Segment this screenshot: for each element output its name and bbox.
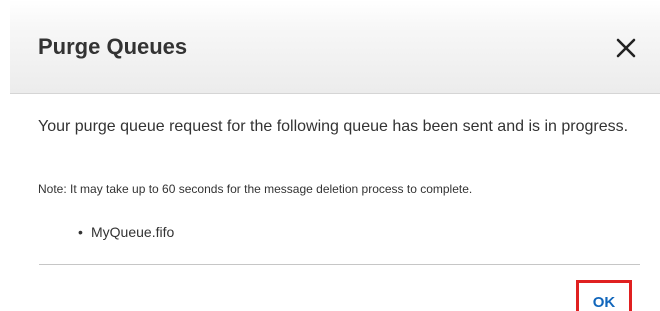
dialog-header: Purge Queues xyxy=(10,0,660,94)
footer-divider xyxy=(39,264,640,265)
list-item: • MyQueue.fifo xyxy=(38,223,174,241)
close-icon xyxy=(616,38,636,58)
close-button[interactable] xyxy=(614,36,638,60)
dialog-body: Your purge queue request for the followi… xyxy=(38,116,638,240)
queue-list: • MyQueue.fifo xyxy=(38,223,174,241)
ok-button[interactable]: OK xyxy=(576,280,632,311)
purge-queues-dialog: Purge Queues Your purge queue request fo… xyxy=(10,0,660,311)
purge-message: Your purge queue request for the followi… xyxy=(38,118,629,135)
dialog-title: Purge Queues xyxy=(38,34,188,59)
bullet: • xyxy=(78,224,83,240)
purge-note: Note: It may take up to 60 seconds for t… xyxy=(38,182,473,196)
queue-name: MyQueue.fifo xyxy=(91,224,175,240)
